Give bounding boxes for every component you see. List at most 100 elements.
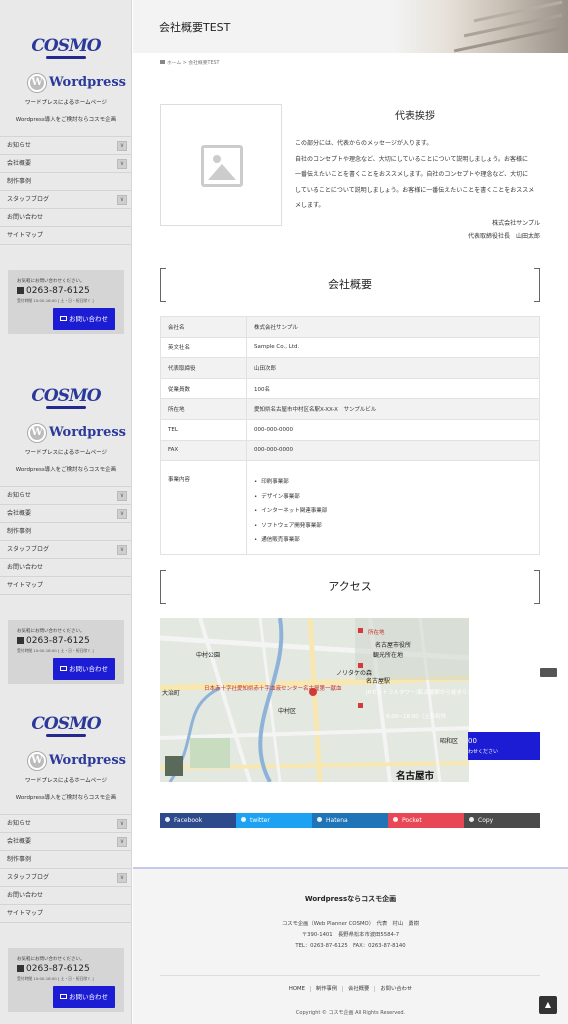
site-logo[interactable]: COSMO W Wordpress ワードプレスによるホームページ [0, 0, 131, 110]
table-value: 000-000-0000 [246, 439, 540, 462]
table-key: 従業員数 [160, 377, 247, 400]
map-label-ward: 中村区 [278, 708, 297, 715]
sidebar-item-contact[interactable]: お問い合わせ [0, 559, 131, 577]
map-label-poi4: 昭和区 [440, 738, 459, 745]
footer-company: コスモ企画（Web Planner COSMO） 代表 村山 勇樹 [281, 921, 420, 927]
table-row: 事業内容 印刷事業部 デザイン事業部 インターネット関連事業部 ソフトウェア開発… [160, 460, 540, 556]
floating-contact-label: 00 [468, 737, 477, 745]
chevron-down-icon[interactable]: ∨ [117, 819, 127, 829]
footer-link-works[interactable]: 制作事例 [309, 986, 343, 992]
chevron-down-icon[interactable]: ∨ [117, 545, 127, 555]
chevron-down-icon[interactable]: ∨ [117, 837, 127, 847]
copyright: Copyright © コスモ企画 All Rights Reserved. [295, 1010, 406, 1016]
floating-contact-button[interactable]: 00 わせください [468, 732, 540, 760]
table-key: 英文社名 [160, 336, 247, 359]
contact-phone[interactable]: 0263-87-6125 [17, 286, 90, 296]
mail-icon [60, 994, 67, 999]
sidebar-item-sitemap[interactable]: サイトマップ [0, 227, 131, 245]
contact-button[interactable]: お問い合わせ [53, 658, 115, 680]
footer-link-company[interactable]: 会社概要 [342, 986, 375, 992]
hatena-icon [317, 817, 322, 822]
map-label-city: 名古屋市 [396, 771, 435, 782]
side-toggle-tab[interactable] [540, 668, 557, 677]
table-value: 山田次郎 [246, 357, 540, 379]
map-label-poi1: 中村公園 [196, 652, 221, 659]
sidebar-item-label: お知らせ [7, 820, 31, 827]
logo-swoosh [46, 406, 86, 409]
sidebar-item-works[interactable]: 制作事例 [0, 523, 131, 541]
sidebar-item-label: 会社概要 [7, 838, 32, 845]
footer-title: Wordpressならコスモ企画 [304, 895, 397, 903]
sidebar-item-company[interactable]: 会社概要 ∨ [0, 833, 131, 851]
sidebar-item-news[interactable]: お知らせ ∨ [0, 487, 131, 505]
site-logo[interactable]: COSMO W Wordpress ワードプレスによるホームページ [0, 678, 131, 788]
keyboard-stripe [453, 26, 563, 53]
contact-phone[interactable]: 0263-87-6125 [17, 964, 90, 974]
map-label-station: 名古屋駅 [366, 678, 391, 685]
access-map[interactable]: 日本赤十字社愛知県赤十字血液センター名古屋第一献血 中村区 大治町 ノリタケの森… [160, 618, 469, 782]
sidebar-item-blog[interactable]: スタッフブログ ∨ [0, 541, 131, 559]
contact-box: お気軽にお問い合わせください。 0263-87-6125 受付時間 10:00-… [8, 948, 124, 1012]
share-buttons: Facebook twitter Hatena Pocket Copy [160, 813, 540, 828]
sidebar-item-works[interactable]: 制作事例 [0, 851, 131, 869]
logo-subtitle: ワードプレスによるホームページ [24, 100, 108, 106]
sidebar-item-sitemap[interactable]: サイトマップ [0, 905, 131, 923]
sidebar-item-news[interactable]: お知らせ ∨ [0, 137, 131, 155]
chevron-down-icon[interactable]: ∨ [117, 509, 127, 519]
site-logo[interactable]: COSMO W Wordpress ワードプレスによるホームページ [0, 350, 131, 460]
sidebar-item-works[interactable]: 制作事例 [0, 173, 131, 191]
sidebar-item-company[interactable]: 会社概要 ∨ [0, 505, 131, 523]
mail-icon [60, 316, 67, 321]
chevron-down-icon[interactable]: ∨ [117, 491, 127, 501]
header-hero-image [393, 0, 568, 53]
wordpress-text: Wordpress [49, 75, 126, 90]
footer-tel-fax: TEL：0263-87-6125 FAX：0263-87-8140 [295, 943, 406, 949]
bracket-left [160, 268, 166, 302]
share-copy-button[interactable]: Copy [464, 813, 540, 828]
sidebar-item-company[interactable]: 会社概要 ∨ [0, 155, 131, 173]
sidebar-item-contact[interactable]: お問い合わせ [0, 887, 131, 905]
sidebar-item-label: お知らせ [7, 142, 31, 149]
business-list: 印刷事業部 デザイン事業部 インターネット関連事業部 ソフトウェア開発事業部 通… [254, 475, 532, 548]
table-value: 000-000-0000 [246, 418, 540, 441]
list-item: 印刷事業部 [254, 475, 532, 490]
sidebar-item-sitemap[interactable]: サイトマップ [0, 577, 131, 595]
map-label-venue: 日本赤十字社愛知県赤十字血液センター名古屋第一献血 [204, 686, 342, 692]
pocket-icon [393, 817, 398, 822]
contact-button[interactable]: お問い合わせ [53, 986, 115, 1008]
chevron-down-icon[interactable]: ∨ [117, 159, 127, 169]
greeting-line: この部分には、代表からのメッセージが入ります。 [295, 140, 433, 147]
site-footer: Wordpressならコスモ企画 コスモ企画（Web Planner COSMO… [133, 867, 568, 1024]
chevron-down-icon[interactable]: ∨ [117, 195, 127, 205]
table-value: 印刷事業部 デザイン事業部 インターネット関連事業部 ソフトウェア開発事業部 通… [246, 460, 540, 556]
footer-link-contact[interactable]: お問い合わせ [374, 986, 418, 992]
table-row: 所在地 愛知県名古屋市中村区名駅X-XX-X サンプルビル [160, 398, 540, 420]
table-key: 会社名 [160, 316, 247, 338]
breadcrumb-home[interactable]: ホーム [167, 61, 181, 66]
share-twitter-button[interactable]: twitter [236, 813, 312, 828]
table-value: 愛知県名古屋市中村区名駅X-XX-X サンプルビル [246, 398, 540, 420]
chevron-down-icon[interactable]: ∨ [117, 141, 127, 151]
mail-icon [60, 666, 67, 671]
share-pocket-button[interactable]: Pocket [388, 813, 464, 828]
sidebar-item-label: お問い合わせ [7, 564, 44, 571]
page-top-button[interactable]: ▲ [539, 996, 557, 1014]
wordpress-text: Wordpress [49, 753, 126, 768]
share-label: Pocket [402, 817, 422, 824]
sidebar-item-label: お問い合わせ [7, 214, 44, 221]
share-facebook-button[interactable]: Facebook [160, 813, 236, 828]
sidebar-item-blog[interactable]: スタッフブログ ∨ [0, 869, 131, 887]
chevron-down-icon[interactable]: ∨ [117, 873, 127, 883]
footer-link-home[interactable]: HOME [284, 986, 310, 992]
table-key: TEL [160, 418, 247, 441]
map-label-poi3: 名古屋市役所 [375, 642, 412, 649]
sidebar-item-label: 制作事例 [7, 856, 32, 863]
table-value: 100名 [246, 377, 540, 400]
sidebar-item-news[interactable]: お知らせ ∨ [0, 815, 131, 833]
sidebar-item-contact[interactable]: お問い合わせ [0, 209, 131, 227]
contact-phone[interactable]: 0263-87-6125 [17, 636, 90, 646]
footer-divider [160, 975, 540, 976]
contact-button[interactable]: お問い合わせ [53, 308, 115, 330]
share-hatena-button[interactable]: Hatena [312, 813, 388, 828]
sidebar-item-blog[interactable]: スタッフブログ ∨ [0, 191, 131, 209]
